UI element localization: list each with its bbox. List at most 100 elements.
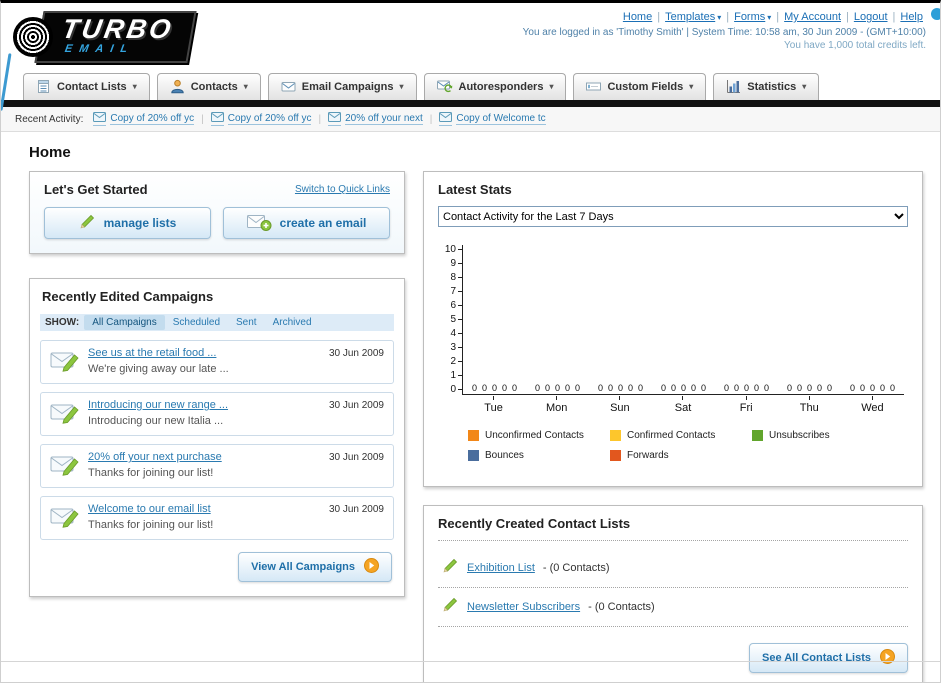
header-right: Home | Templates ▾ | Forms ▾ | My Account | Logout…	[523, 9, 926, 65]
bar-group-values: 00000	[589, 383, 652, 393]
email-edit-icon	[50, 504, 80, 533]
app-logo: TURBO EMAIL	[13, 9, 197, 65]
y-axis-label: 6	[450, 300, 462, 311]
pencil-icon	[442, 596, 459, 618]
arrow-right-icon	[880, 649, 895, 667]
campaign-title-link[interactable]: Introducing our new range ...	[88, 399, 321, 411]
filter-archived[interactable]: Archived	[265, 315, 320, 330]
separator: |	[201, 114, 204, 125]
nav-tab-statistics[interactable]: Statistics ▾	[713, 73, 820, 100]
show-label: SHOW:	[45, 317, 80, 328]
header-link-home[interactable]: Home	[623, 11, 652, 23]
campaign-filters: All Campaigns Scheduled Sent Archived	[84, 315, 320, 330]
legend-swatch	[752, 430, 763, 441]
nav-tab-contact-lists[interactable]: Contact Lists ▾	[23, 73, 150, 100]
contact-list-link[interactable]: Newsletter Subscribers	[467, 601, 580, 613]
nav-tab-custom-fields[interactable]: Custom Fields ▾	[573, 73, 707, 100]
bar-group-values: 00000	[778, 383, 841, 393]
header-link-templates[interactable]: Templates ▾	[665, 11, 721, 23]
header-link-my-account[interactable]: My Account	[784, 11, 841, 23]
chart-x-axis: Tue Mon Sun Sat Fri Thu Wed	[442, 396, 904, 414]
legend-swatch	[610, 450, 621, 461]
bar-group-values: 00000	[841, 383, 904, 393]
y-axis-label: 9	[450, 258, 462, 269]
create-email-button[interactable]: create an email	[223, 207, 390, 239]
view-all-campaigns-button[interactable]: View All Campaigns	[238, 552, 392, 582]
get-started-panel: Let's Get Started Switch to Quick Links …	[29, 171, 405, 254]
credits-info: You have 1,000 total credits left.	[784, 40, 926, 51]
campaign-title-link[interactable]: 20% off your next purchase	[88, 451, 321, 463]
see-all-contact-lists-button[interactable]: See All Contact Lists	[748, 643, 908, 673]
bar-value-label: 0	[764, 383, 770, 393]
contact-lists-panel: Recently Created Contact Lists Exhibitio…	[423, 505, 923, 682]
campaign-date: 30 Jun 2009	[328, 348, 384, 359]
campaign-info: Introducing our new range ... Introducing…	[88, 399, 321, 427]
app-window: TURBO EMAIL Home | Templates ▾ | Forms ▾ | My Ac…	[0, 0, 941, 683]
header-link-logout[interactable]: Logout	[854, 11, 888, 23]
nav-tab-label: Custom Fields	[607, 80, 684, 93]
header-link-help[interactable]: Help	[900, 11, 923, 23]
switch-quick-links-link[interactable]: Switch to Quick Links	[295, 184, 390, 195]
recent-activity-item[interactable]: Copy of 20% off yc	[93, 112, 195, 126]
recent-activity-text: 20% off your next	[345, 113, 423, 125]
header-link-forms[interactable]: Forms ▾	[734, 11, 771, 23]
bar-value-label: 0	[660, 383, 666, 393]
manage-lists-button[interactable]: manage lists	[44, 207, 211, 239]
nav-tab-label: Email Campaigns	[301, 80, 394, 93]
y-axis-label: 1	[450, 370, 462, 381]
chevron-down-icon: ▾	[689, 82, 694, 91]
email-icon	[439, 112, 453, 126]
email-edit-icon	[50, 400, 80, 429]
campaign-row: Introducing our new range ... Introducing…	[40, 392, 394, 436]
campaign-info: See us at the retail food ... We're givin…	[88, 347, 321, 375]
bar-value-label: 0	[502, 383, 508, 393]
nav-tab-autoresponders[interactable]: Autoresponders ▾	[423, 73, 567, 100]
pencil-icon	[79, 213, 96, 233]
stats-period-select[interactable]: Contact Activity for the Last 7 Days	[438, 206, 908, 227]
x-axis-label: Mon	[525, 396, 588, 414]
bar-value-label: 0	[534, 383, 540, 393]
chart-value-labels: 00000000000000000000000000000000000	[463, 383, 904, 393]
bar-group-values: 00000	[526, 383, 589, 393]
campaign-title-link[interactable]: Welcome to our email list	[88, 503, 321, 515]
decoration-dot	[931, 8, 940, 20]
latest-stats-panel: Latest Stats Contact Activity for the La…	[423, 171, 923, 487]
separator: |	[318, 114, 322, 125]
x-axis-label: Fri	[715, 396, 778, 414]
nav-tab-email-campaigns[interactable]: Email Campaigns ▾	[267, 73, 417, 100]
link-separator: |	[846, 11, 849, 23]
recent-activity-item[interactable]: 20% off your next	[328, 112, 423, 126]
bar-value-label: 0	[869, 383, 875, 393]
recent-activity-item[interactable]: Copy of Welcome tc	[439, 112, 546, 126]
campaign-title-link[interactable]: See us at the retail food ...	[88, 347, 321, 359]
chart-x-labels: Tue Mon Sun Sat Fri Thu Wed	[462, 396, 904, 414]
filter-all-campaigns[interactable]: All Campaigns	[84, 315, 165, 330]
custom-fields-icon	[586, 79, 602, 94]
bar-value-label: 0	[701, 383, 707, 393]
nav-tab-contacts[interactable]: Contacts ▾	[156, 73, 261, 100]
legend-label: Forwards	[627, 450, 669, 461]
y-axis-label: 0	[450, 384, 462, 395]
campaign-row: Welcome to our email list Thanks for join…	[40, 496, 394, 540]
logo-subtext: EMAIL	[63, 43, 136, 55]
legend-swatch	[610, 430, 621, 441]
legend-item: Confirmed Contacts	[610, 430, 752, 441]
filter-sent[interactable]: Sent	[228, 315, 265, 330]
get-started-header: Let's Get Started Switch to Quick Links	[44, 182, 390, 197]
y-axis-label: 7	[450, 286, 462, 297]
bar-value-label: 0	[554, 383, 560, 393]
filter-scheduled[interactable]: Scheduled	[165, 315, 228, 330]
contact-list-link[interactable]: Exhibition List	[467, 562, 535, 574]
logo-plate: TURBO EMAIL	[34, 11, 197, 63]
recent-activity-item[interactable]: Copy of 20% off yc	[210, 112, 312, 126]
bar-value-label: 0	[628, 383, 634, 393]
recent-activity-bar: Recent Activity: Copy of 20% off yc | Copy…	[1, 107, 940, 132]
bar-value-label: 0	[544, 383, 550, 393]
campaigns-title: Recently Edited Campaigns	[42, 289, 214, 304]
campaign-row: See us at the retail food ... We're givin…	[40, 340, 394, 384]
campaigns-panel: Recently Edited Campaigns SHOW: All Camp…	[29, 278, 405, 597]
link-separator: |	[657, 11, 661, 23]
page-title: Home	[29, 144, 71, 161]
bar-value-label: 0	[880, 383, 886, 393]
email-icon	[328, 112, 342, 126]
